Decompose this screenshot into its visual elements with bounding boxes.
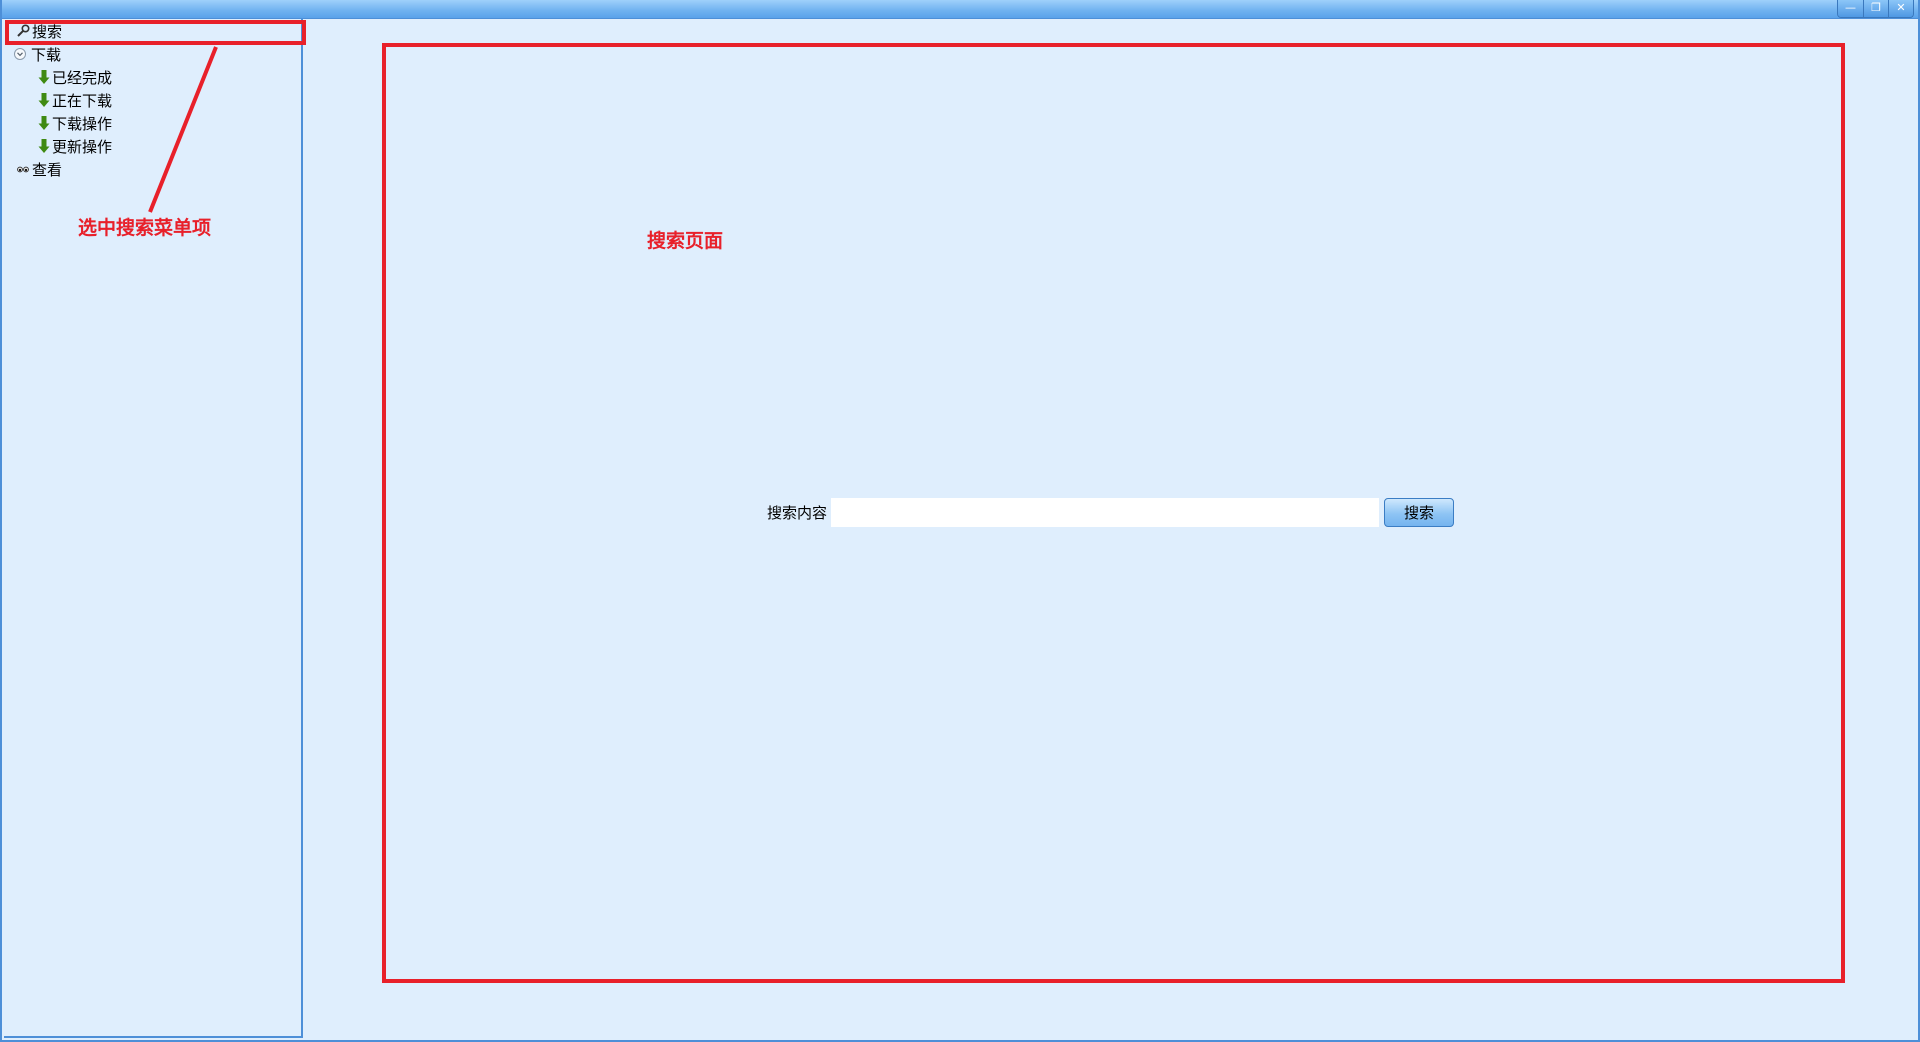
sidebar-item-completed[interactable]: 已经完成 [38, 66, 112, 88]
download-arrow-icon [38, 138, 50, 154]
sidebar-item-label: 已经完成 [52, 68, 113, 87]
sidebar-item-label: 更新操作 [52, 137, 113, 156]
sidebar-item-update-ops[interactable]: 更新操作 [38, 135, 112, 157]
page-highlight-box [382, 43, 1845, 983]
annotation-pointer-line [148, 46, 218, 213]
expand-circle-icon[interactable] [13, 47, 27, 61]
title-bar[interactable]: — ❐ ✕ [2, 0, 1918, 19]
sidebar-item-label: 下载 [31, 45, 62, 64]
minimize-button[interactable]: — [1838, 0, 1863, 17]
download-arrow-icon [38, 115, 50, 131]
download-arrow-icon [38, 69, 50, 85]
download-arrow-icon [38, 92, 50, 108]
restore-button[interactable]: ❐ [1863, 0, 1888, 17]
sidebar-item-label: 正在下载 [52, 91, 113, 110]
sidebar-item-label: 查看 [32, 160, 63, 179]
sidebar-item-download[interactable]: 下载 [13, 43, 61, 65]
sidebar-item-label: 下载操作 [52, 114, 113, 133]
window-controls: — ❐ ✕ [1837, 0, 1914, 18]
menu-annotation-text: 选中搜索菜单项 [78, 217, 212, 239]
sidebar-item-download-ops[interactable]: 下载操作 [38, 112, 112, 134]
close-button[interactable]: ✕ [1888, 0, 1913, 17]
eyes-icon [16, 162, 30, 176]
app-window: — ❐ ✕ 搜索 下载 已经完成 正在下载 下载操作 更新操作 查看 搜索内容 … [0, 0, 1920, 1042]
sidebar-item-view[interactable]: 查看 [16, 158, 62, 180]
menu-highlight-box [5, 20, 306, 45]
sidebar-item-downloading[interactable]: 正在下载 [38, 89, 112, 111]
page-annotation-text: 搜索页面 [647, 230, 724, 252]
